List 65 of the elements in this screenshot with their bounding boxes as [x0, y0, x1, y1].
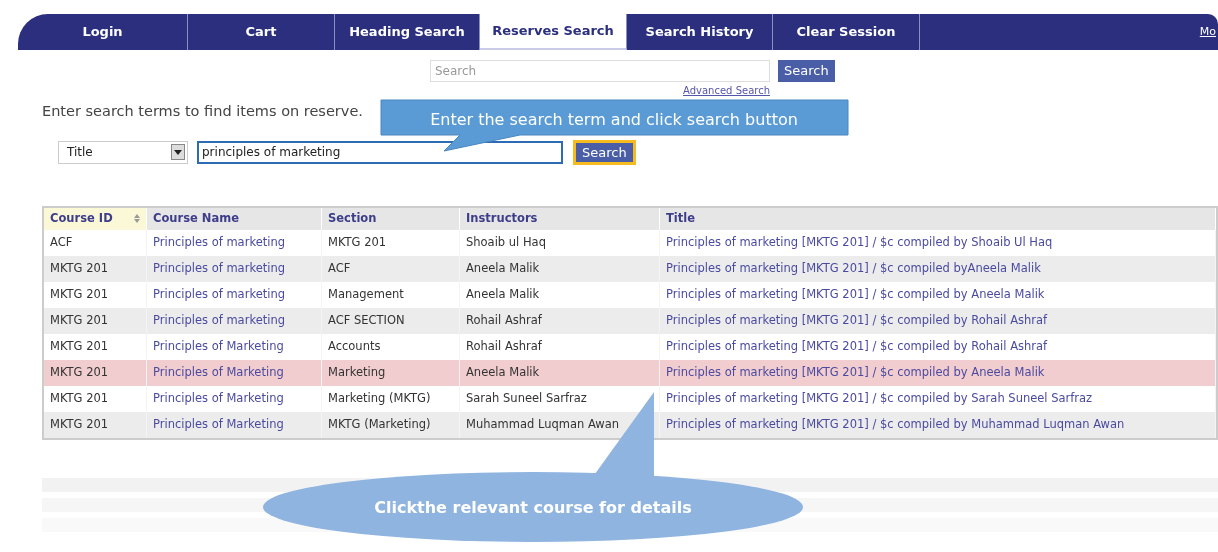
- table-cell: MKTG 201: [50, 364, 109, 382]
- table-cell: Marketing: [328, 364, 386, 382]
- table-link[interactable]: Principles of Marketing: [153, 338, 284, 356]
- table-link[interactable]: Principles of marketing [MKTG 201] / $c compiled by Muhammad Luqman Awan: [666, 416, 1125, 434]
- search-field[interactable]: Search: [430, 60, 770, 82]
- table-link[interactable]: Principles of marketing: [153, 260, 285, 278]
- table-link[interactable]: Principles of marketing [MKTG 201] / $c compiled byAneela Malik: [666, 260, 1041, 278]
- search-button[interactable]: Search: [778, 60, 835, 82]
- table-row[interactable]: MKTG 201 Principles of Marketing Marketing Aneela Malik Principles of marketing [MKTG 201] / $c compiled by Aneela Malik: [44, 359, 1216, 386]
- table-link[interactable]: Principles of marketing [MKTG 201] / $c compiled by Rohail Ashraf: [666, 338, 1048, 356]
- search-button[interactable]: Search: [573, 139, 636, 165]
- table-cell: Rohail Ashraf: [466, 338, 542, 356]
- search-input[interactable]: principles of marketing: [197, 140, 563, 164]
- table-cell: ACF: [50, 234, 73, 252]
- column-header[interactable]: Instructors: [466, 210, 538, 228]
- table-cell: MKTG 201: [328, 234, 387, 252]
- table-link[interactable]: Principles of marketing [MKTG 201] / $c compiled by Aneela Malik: [666, 286, 1045, 304]
- nav-tab[interactable]: Cart: [188, 14, 335, 50]
- column-header[interactable]: Title: [666, 210, 696, 228]
- table-cell: MKTG 201: [50, 416, 109, 434]
- table-cell: MKTG 201: [50, 312, 109, 330]
- callout-text: Clickthe relevant course for details: [373, 497, 693, 519]
- table-cell: MKTG 201: [50, 338, 109, 356]
- sort-icon: [134, 214, 140, 224]
- table-link[interactable]: Principles of Marketing: [153, 390, 284, 408]
- table-cell: Aneela Malik: [466, 364, 540, 382]
- column-header[interactable]: Section: [328, 210, 377, 228]
- table-cell: Marketing (MKTG): [328, 390, 431, 408]
- column-header[interactable]: Course Name: [153, 210, 239, 228]
- table-cell: Rohail Ashraf: [466, 312, 542, 330]
- table-link[interactable]: Principles of Marketing: [153, 416, 284, 434]
- table-cell: Accounts: [328, 338, 381, 356]
- table-cell: ACF: [328, 260, 351, 278]
- table-link[interactable]: Principles of marketing: [153, 234, 285, 252]
- nav-tab[interactable]: Reserves Search: [480, 14, 627, 50]
- table-link[interactable]: Principles of Marketing: [153, 364, 284, 382]
- advanced-search-link[interactable]: Advanced Search: [683, 83, 770, 98]
- table-row[interactable]: MKTG 201 Principles of marketing ACF SECTION Rohail Ashraf Principles of marketing [MKTG 201] / $c compiled by Rohail Ashraf: [44, 307, 1216, 334]
- intro-text: Enter search terms to find items on reserve.: [42, 102, 363, 121]
- table-cell: Sarah Suneel Sarfraz: [466, 390, 587, 408]
- table-cell: MKTG 201: [50, 286, 109, 304]
- table-cell: MKTG 201: [50, 390, 109, 408]
- nav-tab[interactable]: Clear Session: [773, 14, 920, 50]
- table-cell: Shoaib ul Haq: [466, 234, 546, 252]
- nav-tab[interactable]: Search History: [627, 14, 773, 50]
- table-row[interactable]: MKTG 201 Principles of marketing ACF Aneela Malik Principles of marketing [MKTG 201] / $c compiled byAneela Malik: [44, 255, 1216, 282]
- table-cell: ACF SECTION: [328, 312, 405, 330]
- more-link[interactable]: Mo: [1199, 23, 1218, 41]
- table-cell: Management: [328, 286, 404, 304]
- field-select[interactable]: Title: [58, 140, 188, 164]
- table-row[interactable]: MKTG 201 Principles of Marketing MKTG (Marketing) Muhammad Luqman Awan Principles of marketing [MKTG 201] / $c compiled by Muhammad Luqman Awan: [44, 411, 1216, 438]
- table-link[interactable]: Principles of marketing [MKTG 201] / $c compiled by Shoaib Ul Haq: [666, 234, 1053, 252]
- table-link[interactable]: Principles of marketing [MKTG 201] / $c compiled by Sarah Suneel Sarfraz: [666, 390, 1093, 408]
- table-link[interactable]: Principles of marketing [MKTG 201] / $c compiled by Rohail Ashraf: [666, 312, 1048, 330]
- table-link[interactable]: Principles of marketing: [153, 312, 285, 330]
- table-link[interactable]: Principles of marketing: [153, 286, 285, 304]
- table-cell: MKTG (Marketing): [328, 416, 431, 434]
- nav-tab[interactable]: Login: [18, 14, 188, 50]
- table-link[interactable]: Principles of marketing [MKTG 201] / $c compiled by Aneela Malik: [666, 364, 1045, 382]
- table-cell: MKTG 201: [50, 260, 109, 278]
- table-cell: Muhammad Luqman Awan: [466, 416, 620, 434]
- table-cell: Aneela Malik: [466, 286, 540, 304]
- callout-text: Enter the search term and click search button: [429, 109, 799, 131]
- dropdown-icon: [171, 144, 185, 161]
- table-cell: Aneela Malik: [466, 260, 540, 278]
